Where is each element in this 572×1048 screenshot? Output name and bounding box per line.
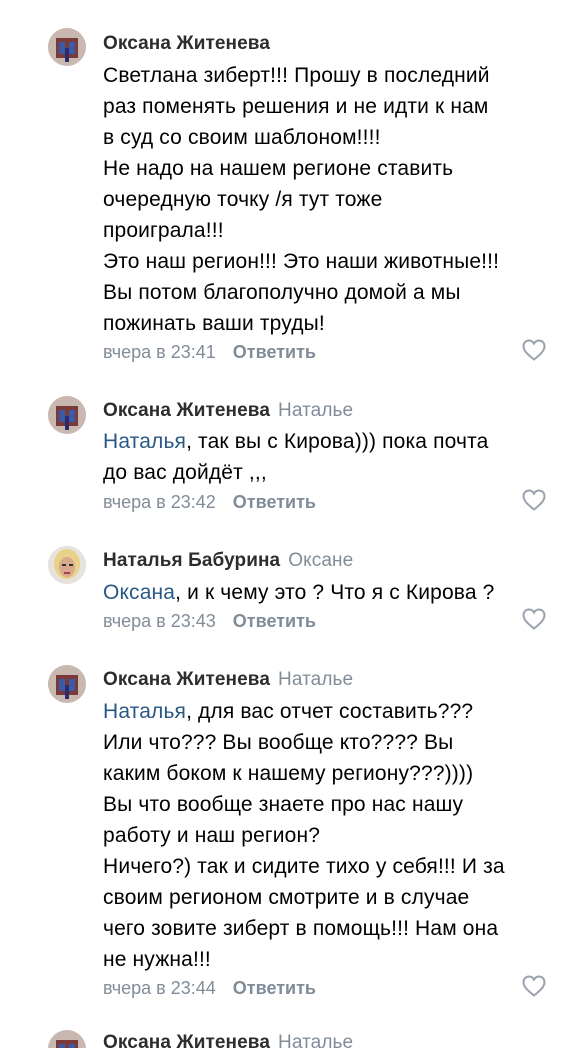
comment-line: Вы потом благополучно домой а мы [103, 281, 461, 304]
reply-button[interactable]: Ответить [233, 611, 316, 631]
comment-author[interactable]: Наталья Бабурина Оксане [103, 550, 353, 572]
reply-to-label[interactable]: Наталье [278, 400, 353, 421]
comment-author[interactable]: Оксана Житенева [103, 33, 270, 55]
comment-line: чего зовите зиберт в помощь!!! Нам она [103, 917, 499, 940]
like-button[interactable] [522, 489, 546, 511]
reply-button[interactable]: Ответить [233, 342, 316, 362]
mention-link[interactable]: Оксана [103, 581, 175, 604]
woman-avatar-icon [48, 546, 86, 584]
photo-avatar-icon [48, 665, 86, 703]
avatar[interactable] [48, 665, 86, 703]
comment-line: Светлана зиберт!!! Прошу в последний [103, 64, 490, 87]
comment-text: Наталья, для вас отчет составить??? Или … [103, 696, 553, 975]
comment-line: пожинать ваши труды! [103, 312, 325, 335]
comment-line: каким боком к нашему региону???)))) [103, 762, 474, 785]
comment-line: Вы что вообще знаете про нас нашу [103, 793, 464, 816]
comment-line: очередную точку /я тут тоже [103, 188, 383, 211]
author-name[interactable]: Наталья Бабурина [103, 550, 280, 571]
comment-meta: вчера в 23:43 Ответить [103, 611, 316, 632]
reply-to-label[interactable]: Оксане [288, 550, 353, 571]
comment-line: раз поменять решения и не идти к нам [103, 95, 489, 118]
comment-line: в суд со своим шаблоном!!!! [103, 126, 381, 149]
heart-outline-icon [522, 339, 546, 361]
like-button[interactable] [522, 608, 546, 630]
comment-line: работу и наш регион? [103, 824, 321, 847]
comment-text: Светлана зиберт!!! Прошу в последний раз… [103, 60, 553, 339]
comment-meta: вчера в 23:44 Ответить [103, 978, 316, 999]
avatar[interactable] [48, 1030, 86, 1048]
comment-fragment: , так вы с Кирова))) пока почта [186, 430, 489, 453]
comment-fragment: , и к чему это ? Что я с Кирова ? [175, 581, 495, 604]
mention-link[interactable]: Наталья [103, 700, 186, 723]
mention-link[interactable]: Наталья [103, 430, 186, 453]
heart-outline-icon [522, 975, 546, 997]
comment-line: Оксана, и к чему это ? Что я с Кирова ? [103, 577, 553, 608]
comment-line: Не надо на нашем регионе ставить [103, 157, 454, 180]
comment-text: Наталья, так вы с Кирова))) пока почта д… [103, 426, 553, 488]
comment-time: вчера в 23:43 [103, 611, 216, 631]
comment-line: Наталья, для вас отчет составить??? [103, 696, 553, 727]
comment-author[interactable]: Оксана Житенева Наталье [103, 669, 353, 691]
comment-time: вчера в 23:44 [103, 978, 216, 998]
avatar[interactable] [48, 396, 86, 434]
comment-time: вчера в 23:42 [103, 492, 216, 512]
avatar[interactable] [48, 28, 86, 66]
like-button[interactable] [522, 339, 546, 361]
comment-meta: вчера в 23:42 Ответить [103, 492, 316, 513]
comment-line: проиграла!!! [103, 219, 224, 242]
avatar[interactable] [48, 546, 86, 584]
author-name[interactable]: Оксана Житенева [103, 33, 270, 54]
like-button[interactable] [522, 975, 546, 997]
photo-avatar-icon [48, 28, 86, 66]
comment-author[interactable]: Оксана Житенева Наталье [103, 1032, 353, 1048]
heart-outline-icon [522, 608, 546, 630]
author-name[interactable]: Оксана Житенева [103, 1032, 270, 1048]
reply-to-label[interactable]: Наталье [278, 1032, 353, 1048]
comment-fragment: , для вас отчет составить??? [186, 700, 474, 723]
photo-avatar-icon [48, 1030, 86, 1048]
comment-line: Наталья, так вы с Кирова))) пока почта [103, 426, 553, 457]
comment-line: Или что??? Вы вообще кто???? Вы [103, 731, 454, 754]
reply-button[interactable]: Ответить [233, 978, 316, 998]
comment-line: своим регионом смотрите и в случае [103, 886, 470, 909]
photo-avatar-icon [48, 396, 86, 434]
comment-line: до вас дойдёт ,,, [103, 461, 267, 484]
author-name[interactable]: Оксана Житенева [103, 400, 270, 421]
author-name[interactable]: Оксана Житенева [103, 669, 270, 690]
comment-meta: вчера в 23:41 Ответить [103, 342, 316, 363]
comment-line: не нужна!!! [103, 948, 211, 971]
comment-text: Оксана, и к чему это ? Что я с Кирова ? [103, 577, 553, 608]
comment-line: Ничего?) так и сидите тихо у себя!!! И з… [103, 855, 505, 878]
reply-to-label[interactable]: Наталье [278, 669, 353, 690]
comment-time: вчера в 23:41 [103, 342, 216, 362]
comment-author[interactable]: Оксана Житенева Наталье [103, 400, 353, 422]
comment-item-partial: Оксана Житенева Наталье [0, 1018, 572, 1048]
reply-button[interactable]: Ответить [233, 492, 316, 512]
heart-outline-icon [522, 489, 546, 511]
comment-line: Это наш регион!!! Это наши животные!!! [103, 250, 500, 273]
